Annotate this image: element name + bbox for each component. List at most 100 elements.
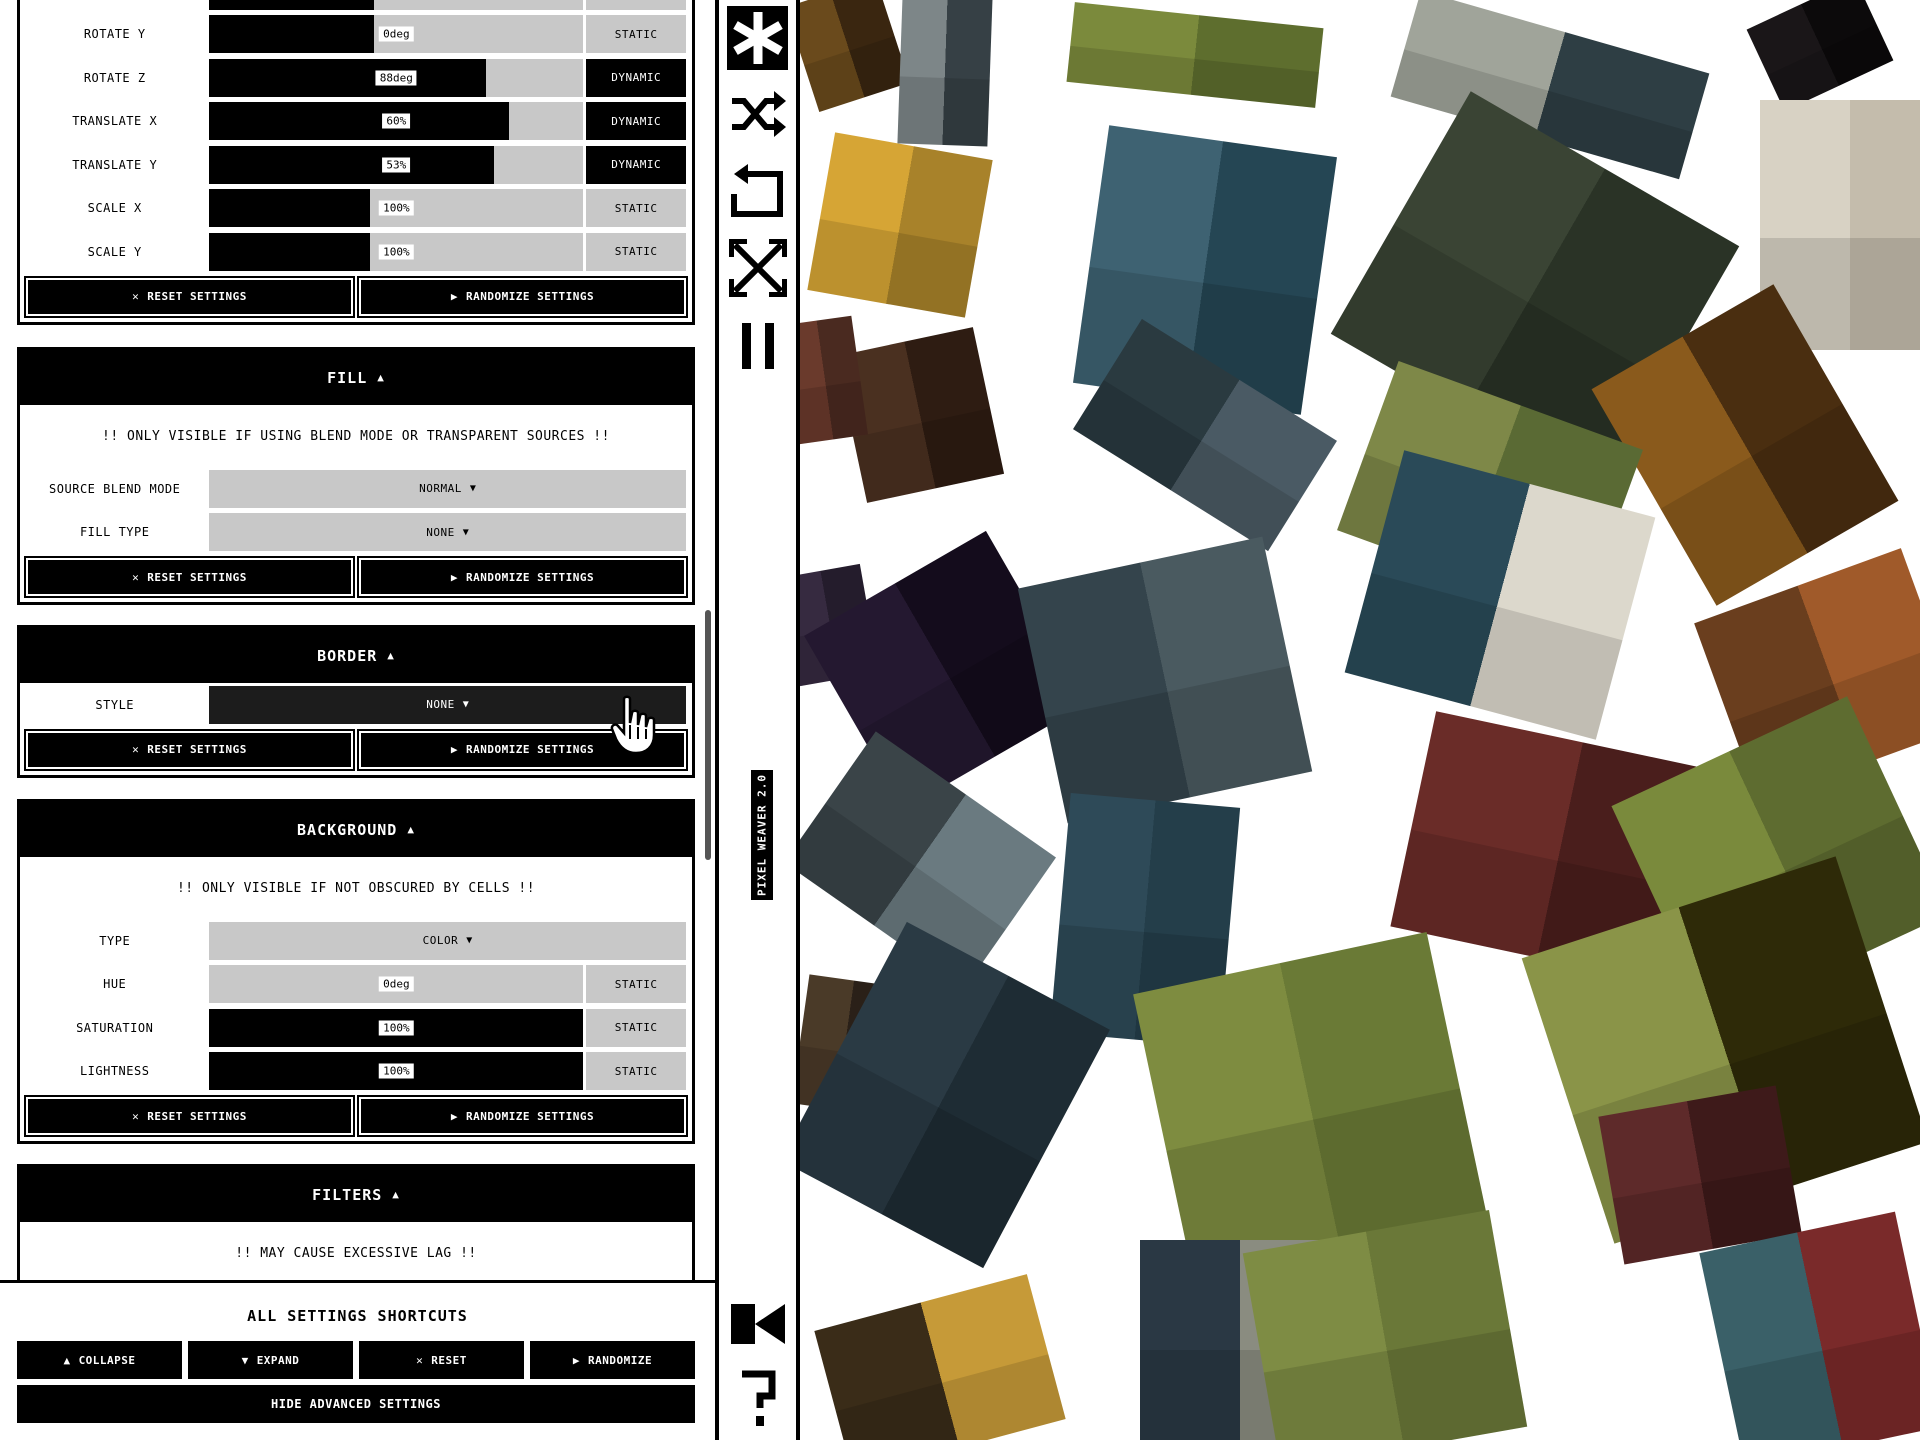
transform-slider-value: 60% — [382, 113, 411, 129]
triangle-up-icon: ▲ — [387, 649, 395, 662]
background-section-header[interactable]: BACKGROUND ▲ — [20, 802, 692, 857]
transform-randomize-button[interactable]: ▶ RANDOMIZE SETTINGS — [357, 275, 688, 318]
close-icon: ✕ — [132, 1109, 140, 1123]
play-icon: ▶ — [450, 570, 458, 584]
collapse-all-button[interactable]: ▲ COLLAPSE — [17, 1341, 182, 1379]
transform-slider[interactable]: 88deg — [209, 58, 584, 97]
pause-icon — [741, 323, 774, 369]
background-type-select[interactable]: COLOR ▼ — [209, 921, 686, 960]
expand-all-button[interactable]: ▼ EXPAND — [188, 1341, 353, 1379]
hide-advanced-settings-button[interactable]: HIDE ADVANCED SETTINGS — [17, 1385, 695, 1423]
randomize-all-button[interactable]: ▶ RANDOMIZE — [530, 1341, 695, 1379]
transform-row-label: ROTATE Y — [83, 27, 146, 42]
pixel-tile — [897, 0, 993, 147]
saturation-row: SATURATION 100% STATIC — [20, 1006, 692, 1050]
transform-row-label: SCALE X — [87, 201, 142, 216]
transform-mode-toggle[interactable]: DYNAMIC — [586, 58, 686, 97]
transform-mode-toggle[interactable]: DYNAMIC — [586, 145, 686, 184]
shortcuts-title: ALL SETTINGS SHORTCUTS — [247, 1307, 468, 1325]
help-button[interactable] — [727, 1366, 788, 1430]
pause-button[interactable] — [727, 314, 788, 378]
fill-reset-button[interactable]: ✕ RESET SETTINGS — [24, 556, 355, 598]
help-icon — [741, 1370, 775, 1426]
shuffle-icon — [731, 91, 786, 137]
shortcuts-footer: ALL SETTINGS SHORTCUTS ▲ COLLAPSE ▼ EXPAND… — [0, 1280, 715, 1440]
transform-mode-toggle[interactable]: STATIC — [586, 15, 686, 54]
transform-slider[interactable]: 0deg — [209, 15, 584, 54]
close-icon: ✕ — [132, 290, 140, 303]
fill-type-select[interactable]: NONE ▼ — [209, 513, 686, 552]
pixel-tile — [800, 0, 910, 112]
lightness-mode-toggle[interactable]: STATIC — [586, 1052, 686, 1091]
fill-note: !! ONLY VISIBLE IF USING BLEND MODE OR T… — [102, 428, 610, 444]
transform-slider-value: 100% — [379, 200, 414, 216]
hand-cursor-icon — [610, 695, 656, 755]
transform-slider-value: 53% — [382, 157, 411, 173]
pixel-tile — [1699, 1211, 1920, 1440]
chevron-down-icon: ▼ — [466, 935, 473, 947]
fill-section: FILL ▲ !! ONLY VISIBLE IF USING BLEND MOD… — [17, 347, 695, 605]
transform-slider[interactable]: 60% — [209, 102, 584, 141]
triangle-down-icon: ▼ — [241, 1353, 249, 1367]
transform-slider[interactable]: 100% — [209, 189, 584, 228]
play-icon: ▶ — [572, 1353, 580, 1367]
lightness-row: LIGHTNESS 100% STATIC — [20, 1050, 692, 1094]
record-button[interactable] — [727, 1292, 788, 1356]
transform-slider[interactable]: 53% — [209, 145, 584, 184]
pixel-tile — [1746, 0, 1894, 112]
play-icon: ▶ — [450, 1109, 458, 1123]
rotate-button[interactable] — [727, 160, 788, 224]
artwork-canvas[interactable] — [800, 0, 1920, 1440]
fullscreen-button[interactable] — [727, 236, 788, 300]
hue-slider[interactable]: 0deg — [209, 965, 584, 1004]
vertical-toolbar: PIXEL WEAVER 2.0 — [715, 0, 800, 1440]
play-icon: ▶ — [450, 743, 458, 756]
filters-section-header[interactable]: FILTERS ▲ — [20, 1167, 692, 1222]
close-icon: ✕ — [416, 1353, 424, 1367]
transform-mode-toggle[interactable]: STATIC — [586, 232, 686, 271]
border-section-header[interactable]: BORDER ▲ — [20, 628, 692, 683]
background-reset-button[interactable]: ✕ RESET SETTINGS — [24, 1095, 355, 1137]
pixel-tile — [807, 132, 993, 318]
pixel-tile — [800, 315, 869, 445]
transform-slider[interactable]: 100% — [209, 232, 584, 271]
fill-section-header[interactable]: FILL ▲ — [20, 350, 692, 405]
transform-slider-value: 0deg — [379, 26, 414, 42]
close-icon: ✕ — [132, 570, 140, 584]
background-note: !! ONLY VISIBLE IF NOT OBSCURED BY CELLS… — [176, 880, 536, 896]
saturation-slider[interactable]: 100% — [209, 1008, 584, 1047]
background-section: BACKGROUND ▲ !! ONLY VISIBLE IF NOT OBSCU… — [17, 799, 695, 1144]
asterisk-icon — [732, 12, 783, 64]
lightness-slider[interactable]: 100% — [209, 1052, 584, 1091]
source-blend-mode-select[interactable]: NORMAL ▼ — [209, 469, 686, 508]
transform-row: SCALE X 100% STATIC — [20, 187, 692, 231]
transform-mode-toggle[interactable]: DYNAMIC — [586, 102, 686, 141]
chevron-down-icon: ▼ — [462, 699, 470, 711]
transform-row: ROTATE Z 88deg DYNAMIC — [20, 56, 692, 100]
saturation-mode-toggle[interactable]: STATIC — [586, 1008, 686, 1047]
hue-mode-toggle[interactable]: STATIC — [586, 965, 686, 1004]
settings-scrollbar[interactable] — [701, 0, 715, 1282]
settings-toggle-button[interactable] — [727, 6, 788, 70]
fill-randomize-button[interactable]: ▶ RANDOMIZE SETTINGS — [357, 556, 688, 598]
transform-row-label: SCALE Y — [87, 244, 142, 259]
transform-row-label: TRANSLATE X — [72, 114, 158, 129]
close-icon: ✕ — [132, 743, 140, 756]
background-randomize-button[interactable]: ▶ RANDOMIZE SETTINGS — [357, 1095, 688, 1137]
border-reset-button[interactable]: ✕ RESET SETTINGS — [24, 728, 355, 771]
transform-reset-button[interactable]: ✕ RESET SETTINGS — [24, 275, 355, 318]
app-brand-label: PIXEL WEAVER 2.0 — [751, 770, 773, 900]
pixel-tile — [1066, 2, 1324, 108]
chevron-down-icon: ▼ — [462, 526, 470, 538]
transform-slider-value: 100% — [379, 244, 414, 260]
background-type-row: TYPE COLOR ▼ — [20, 919, 692, 963]
transform-slider-value: 88deg — [375, 70, 417, 86]
reset-all-button[interactable]: ✕ RESET — [359, 1341, 524, 1379]
pixel-tile — [814, 1274, 1066, 1440]
transform-mode-toggle[interactable]: STATIC — [586, 189, 686, 228]
fullscreen-icon — [728, 239, 787, 297]
shuffle-button[interactable] — [727, 82, 788, 146]
record-icon — [730, 1304, 785, 1344]
filters-note: !! MAY CAUSE EXCESSIVE LAG !! — [235, 1245, 477, 1261]
scrollbar-thumb[interactable] — [705, 610, 711, 860]
